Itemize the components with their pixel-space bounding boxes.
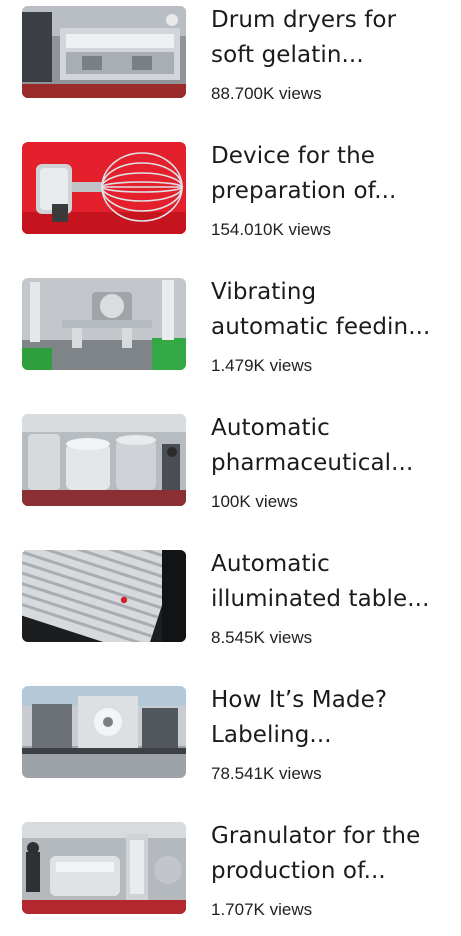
video-item[interactable]: Vibrating automatic feedin... 1.479K vie… — [0, 272, 461, 392]
video-item[interactable]: Granulator for the production of... 1.70… — [0, 816, 461, 936]
video-views: 154.010K views — [211, 220, 332, 239]
video-item[interactable]: Device for the preparation of... 154.010… — [0, 136, 461, 256]
granulator-icon — [22, 822, 186, 914]
video-title-line: Labeling... — [211, 722, 332, 748]
video-title-line: automatic feedin... — [211, 314, 431, 340]
video-title-line: Device for the — [211, 143, 376, 169]
video-title[interactable]: Granulator for the production of... — [211, 819, 447, 889]
video-thumbnail[interactable] — [22, 686, 186, 778]
video-thumbnail[interactable] — [22, 550, 186, 642]
video-thumbnail[interactable] — [22, 278, 186, 370]
pharmaceutical-tanks-icon — [22, 414, 186, 506]
video-title-line: pharmaceutical... — [211, 450, 414, 476]
video-title-line: illuminated table... — [211, 586, 430, 612]
video-title[interactable]: Automatic pharmaceutical... — [211, 411, 447, 481]
video-item[interactable]: Automatic illuminated table... 8.545K vi… — [0, 544, 461, 664]
video-views: 100K views — [211, 492, 298, 511]
video-item[interactable]: Automatic pharmaceutical... 100K views — [0, 408, 461, 528]
video-item[interactable]: How It’s Made? Labeling... 78.541K views — [0, 680, 461, 800]
video-title-line: Granulator for the — [211, 823, 421, 849]
video-title[interactable]: Automatic illuminated table... — [211, 547, 447, 617]
video-title-line: soft gelatin... — [211, 42, 364, 68]
video-title-line: Automatic — [211, 415, 330, 441]
video-title[interactable]: How It’s Made? Labeling... — [211, 683, 447, 753]
video-title-line: Vibrating — [211, 279, 317, 305]
video-thumbnail[interactable] — [22, 142, 186, 234]
video-thumbnail[interactable] — [22, 822, 186, 914]
video-views: 78.541K views — [211, 764, 322, 783]
video-title[interactable]: Drum dryers for soft gelatin... — [211, 3, 447, 73]
video-list: Drum dryers for soft gelatin... 88.700K … — [0, 0, 461, 927]
video-title-line: preparation of... — [211, 178, 397, 204]
video-views: 1.479K views — [211, 356, 313, 375]
whisk-mixer-icon — [22, 142, 186, 234]
video-title[interactable]: Vibrating automatic feedin... — [211, 275, 447, 345]
drum-dryer-machine-icon — [22, 6, 186, 98]
video-item[interactable]: Drum dryers for soft gelatin... 88.700K … — [0, 0, 461, 120]
video-title-line: Automatic — [211, 551, 330, 577]
video-title[interactable]: Device for the preparation of... — [211, 139, 447, 209]
video-title-line: production of... — [211, 858, 386, 884]
video-title-line: How It’s Made? — [211, 687, 388, 713]
vibrating-feeder-icon — [22, 278, 186, 370]
labeling-machine-icon — [22, 686, 186, 778]
video-views: 8.545K views — [211, 628, 313, 647]
video-title-line: Drum dryers for — [211, 7, 397, 33]
video-thumbnail[interactable] — [22, 414, 186, 506]
video-views: 88.700K views — [211, 84, 322, 103]
video-thumbnail[interactable] — [22, 6, 186, 98]
video-views: 1.707K views — [211, 900, 313, 919]
illuminated-table-icon — [22, 550, 186, 642]
